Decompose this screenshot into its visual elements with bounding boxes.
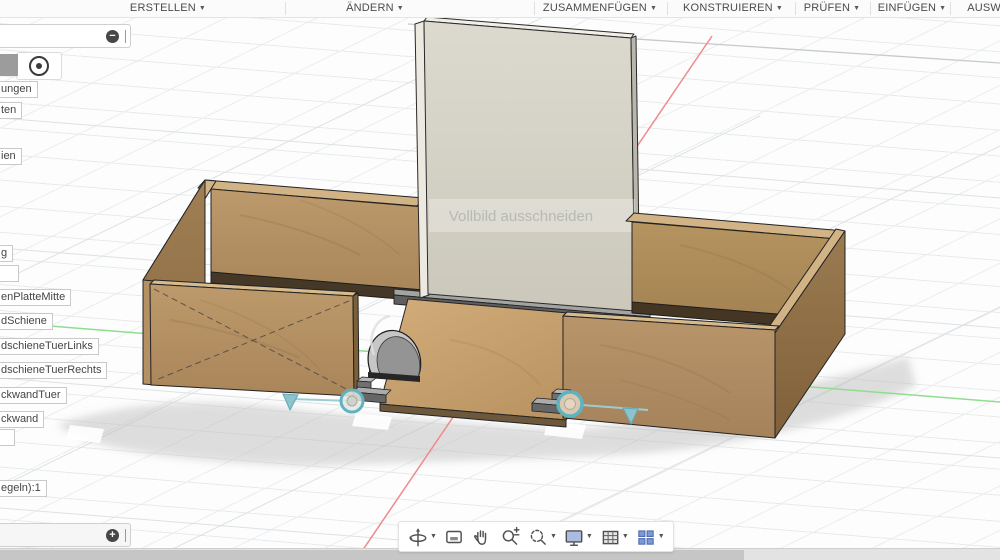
browser-item[interactable]: ien: [0, 148, 22, 165]
material-swatch[interactable]: [0, 54, 18, 76]
viewport-3d[interactable]: Vollbild ausschneiden: [0, 17, 1000, 548]
chevron-down-icon: ▼: [550, 533, 557, 540]
plus-circle-icon[interactable]: +: [106, 529, 119, 542]
browser-item[interactable]: egeln):1: [0, 480, 47, 497]
browser-item[interactable]: [0, 265, 19, 282]
browser-bottom-bar: +: [0, 523, 131, 547]
browser-item[interactable]: ckwandTuer: [0, 387, 67, 404]
radio-selected-icon[interactable]: [29, 56, 49, 76]
radio-chip: [16, 52, 62, 80]
right-door[interactable]: [563, 312, 779, 438]
menubar: ERSTELLEN▼ ÄNDERN▼ ZUSAMMENFÜGEN▼ KONSTR…: [0, 0, 1000, 18]
browser-item[interactable]: enPlatteMitte: [0, 289, 71, 306]
menu-divider: [870, 2, 871, 15]
browser-item[interactable]: dSchiene: [0, 313, 53, 330]
zoom-button[interactable]: [496, 524, 524, 550]
menu-divider: [667, 2, 668, 15]
viewports-icon: [635, 526, 657, 548]
browser-item[interactable]: g: [0, 245, 13, 262]
app-window: ERSTELLEN▼ ÄNDERN▼ ZUSAMMENFÜGEN▼ KONSTR…: [0, 0, 1000, 560]
chevron-down-icon: ▼: [853, 5, 860, 12]
overlay-text: Vollbild ausschneiden: [449, 208, 593, 225]
menu-divider: [534, 2, 535, 15]
browser-item[interactable]: ten: [0, 102, 22, 119]
orbit-button[interactable]: ▼: [404, 524, 440, 550]
bar-divider: [125, 30, 126, 43]
chevron-down-icon: ▼: [397, 5, 404, 12]
look-at-icon: [443, 526, 465, 548]
menu-aendern[interactable]: ÄNDERN▼: [346, 0, 404, 17]
display-settings-icon: [563, 526, 585, 548]
pan-hand-icon: [471, 526, 493, 548]
menu-pruefen[interactable]: PRÜFEN▼: [804, 0, 861, 17]
chevron-down-icon: ▼: [586, 533, 593, 540]
browser-item[interactable]: ungen: [0, 81, 38, 98]
left-door[interactable]: [150, 280, 359, 396]
chevron-down-icon: ▼: [939, 5, 946, 12]
chevron-down-icon: ▼: [776, 5, 783, 12]
viewports-button[interactable]: ▼: [632, 524, 668, 550]
grid-settings-button[interactable]: ▼: [596, 524, 632, 550]
menu-einfuegen[interactable]: EINFÜGEN▼: [878, 0, 947, 17]
minus-circle-icon[interactable]: −: [106, 30, 119, 43]
orbit-icon: [407, 526, 429, 548]
grid-settings-icon: [599, 526, 621, 548]
menu-divider: [285, 2, 286, 15]
fit-icon: [527, 526, 549, 548]
pan-button[interactable]: [468, 524, 496, 550]
browser-item[interactable]: dschieneTuerLinks: [0, 338, 99, 355]
menu-konstruieren[interactable]: KONSTRUIEREN▼: [683, 0, 783, 17]
bar-divider: [125, 529, 126, 542]
zoom-icon: [499, 526, 521, 548]
look-at-button[interactable]: [440, 524, 468, 550]
menu-auswaehlen[interactable]: AUSWÄHLEN▼: [967, 0, 1000, 17]
fit-button[interactable]: ▼: [524, 524, 560, 550]
back-panel[interactable]: [415, 17, 640, 311]
browser-item[interactable]: dschieneTuerRechts: [0, 362, 107, 379]
view-nav-toolbar: ▼: [398, 521, 674, 552]
menu-zusammenfuegen[interactable]: ZUSAMMENFÜGEN▼: [543, 0, 657, 17]
menu-divider: [795, 2, 796, 15]
chevron-down-icon: ▼: [650, 5, 657, 12]
chevron-down-icon: ▼: [658, 533, 665, 540]
chevron-down-icon: ▼: [430, 533, 437, 540]
browser-item[interactable]: [0, 429, 15, 446]
browser-item[interactable]: ckwand: [0, 411, 44, 428]
chevron-down-icon: ▼: [622, 533, 629, 540]
browser-top-bar: −: [0, 24, 131, 48]
display-settings-button[interactable]: ▼: [560, 524, 596, 550]
chevron-down-icon: ▼: [199, 5, 206, 12]
menu-erstellen[interactable]: ERSTELLEN▼: [130, 0, 206, 17]
menu-divider: [950, 2, 951, 15]
model-scene: Vollbild ausschneiden: [0, 17, 1000, 548]
